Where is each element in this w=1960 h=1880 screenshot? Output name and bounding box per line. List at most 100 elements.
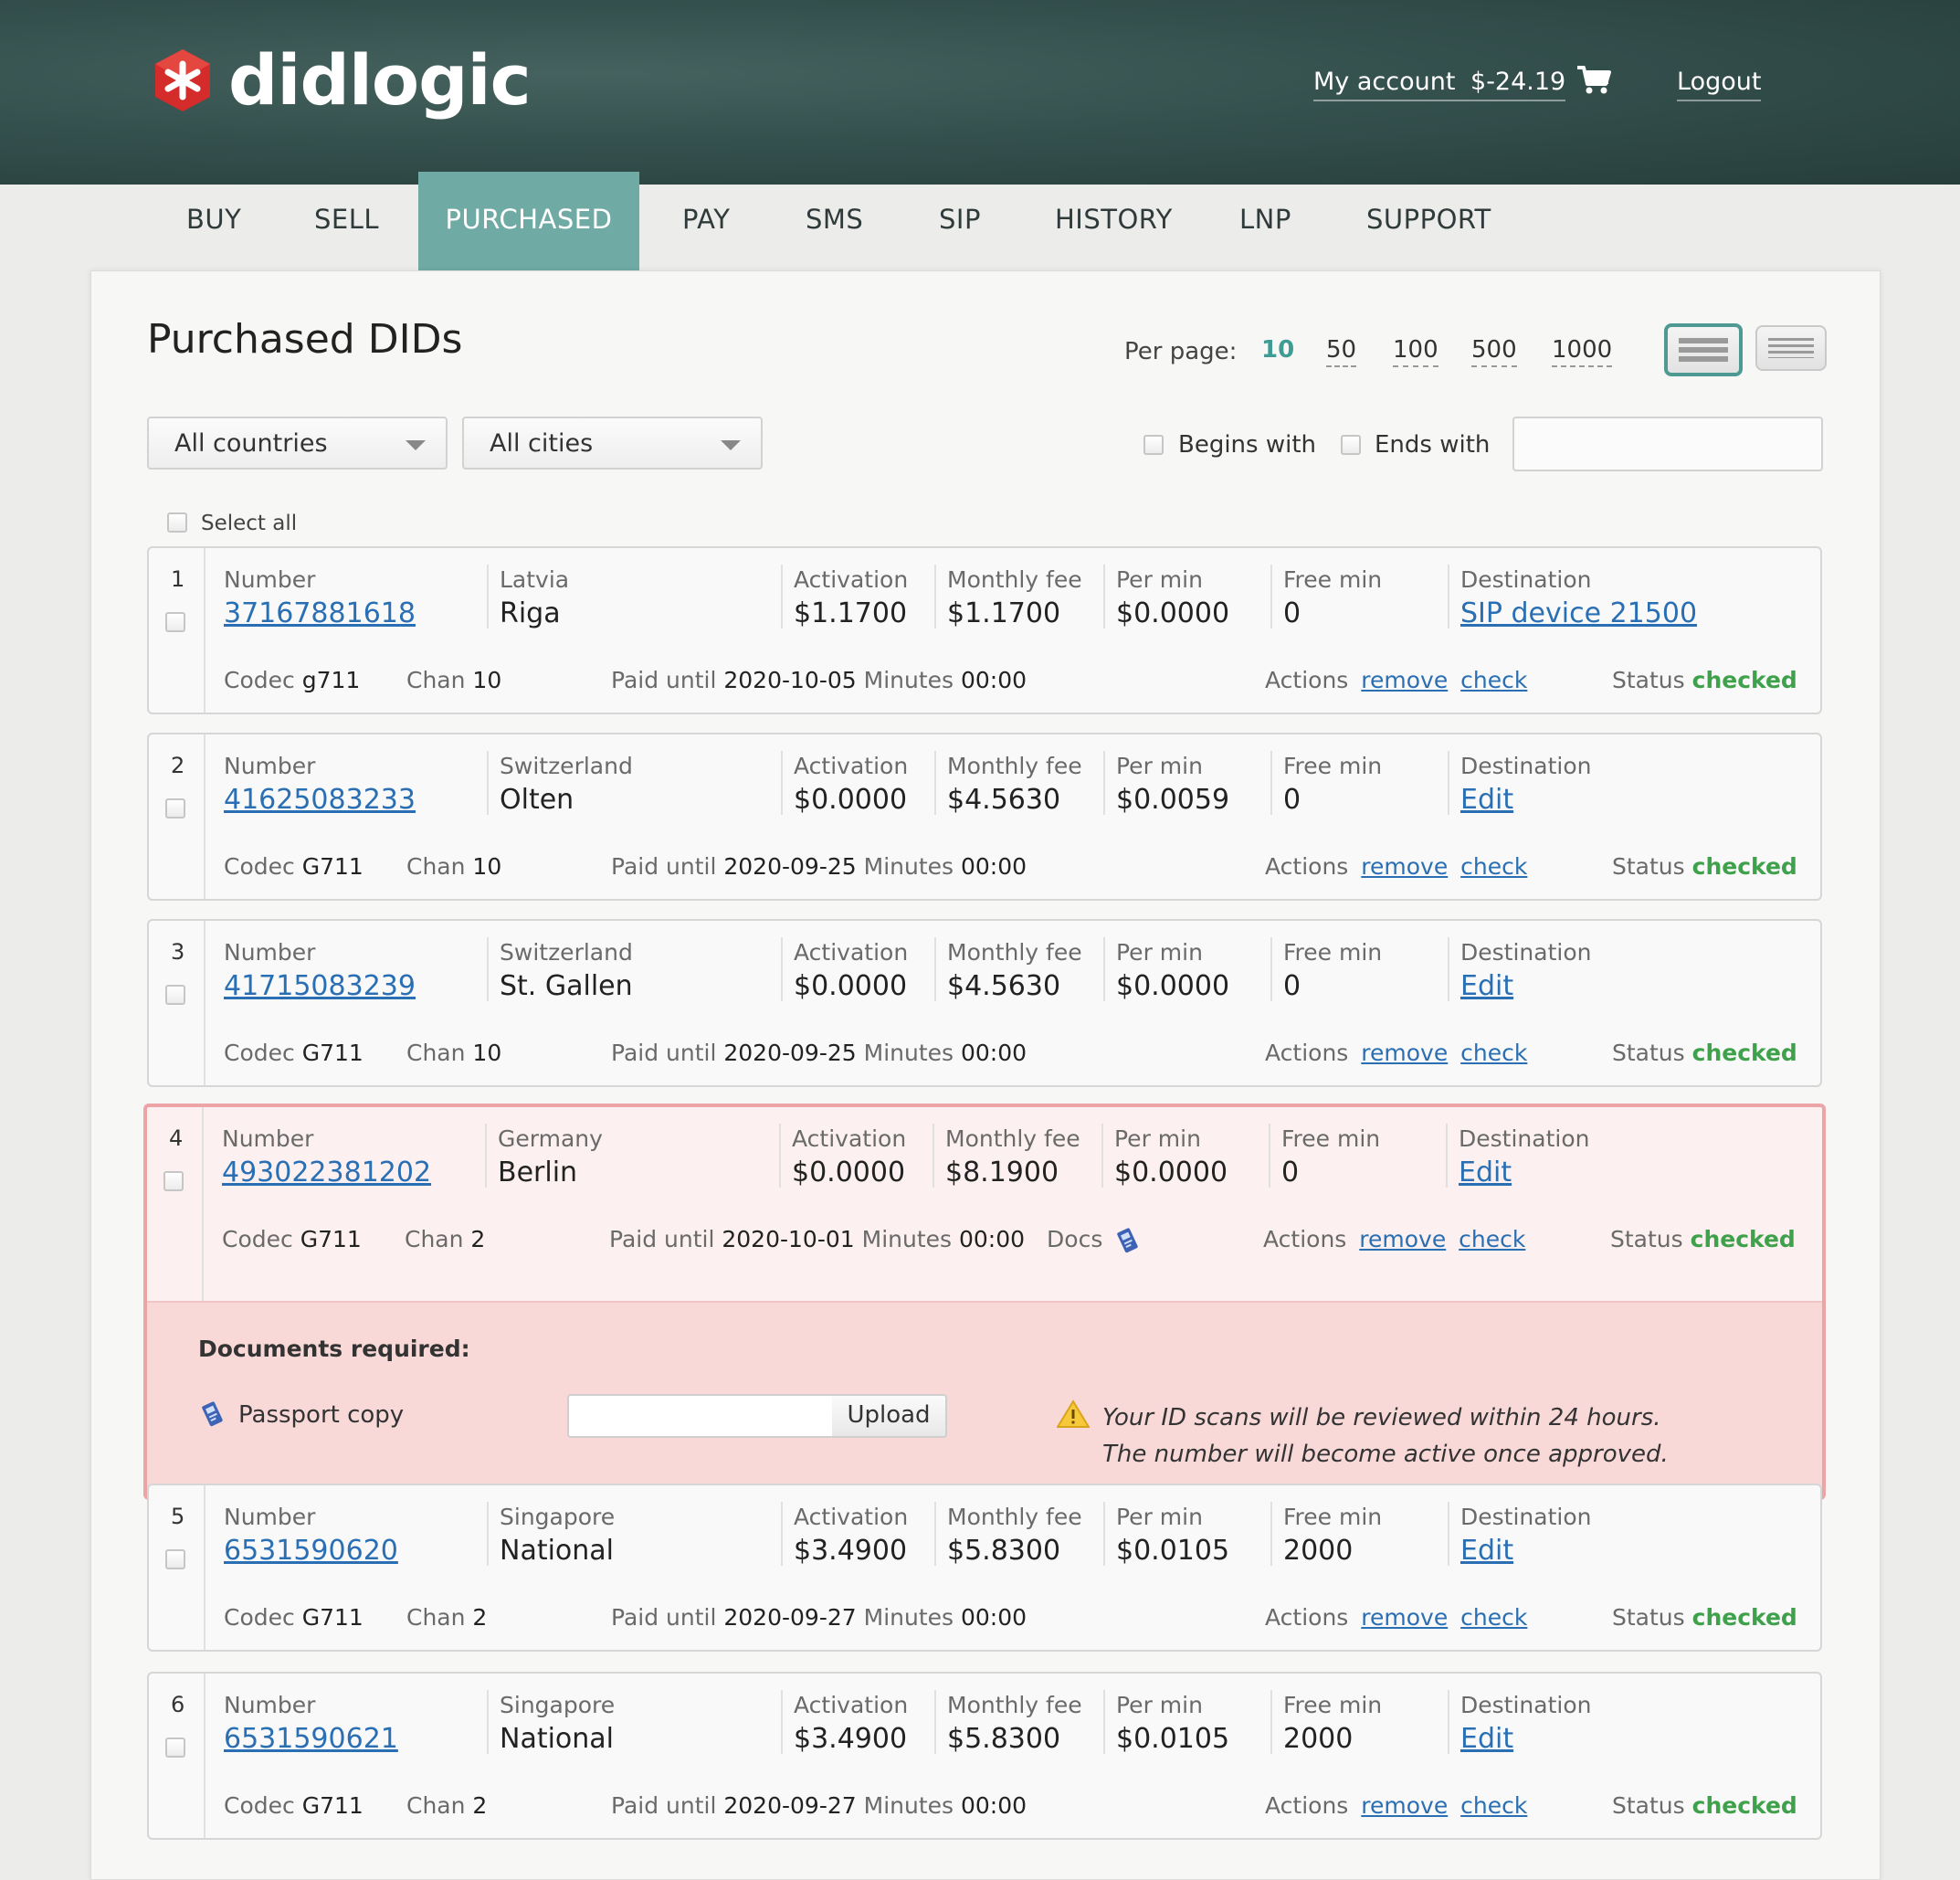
number-link[interactable]: 41625083233 <box>224 782 416 819</box>
per-min-label: Per min <box>1116 1504 1203 1530</box>
status-badge: checked <box>1691 1792 1797 1819</box>
remove-link[interactable]: remove <box>1361 1040 1448 1066</box>
monthly-fee-label: Monthly fee <box>947 1504 1082 1530</box>
per-page-50[interactable]: 50 <box>1326 336 1357 367</box>
row-checkbox[interactable] <box>165 985 185 1005</box>
country-select[interactable]: All countries <box>147 417 448 470</box>
nav-sip[interactable]: SIP <box>939 172 981 270</box>
destination-link[interactable]: Edit <box>1460 1533 1591 1569</box>
nav-pay[interactable]: PAY <box>682 172 730 270</box>
activation-label: Activation <box>794 939 909 966</box>
free-min-cell: Free min 0 <box>1269 1124 1380 1188</box>
number-link[interactable]: 37167881618 <box>224 596 416 632</box>
nav-support[interactable]: SUPPORT <box>1366 172 1491 270</box>
per-page-1000[interactable]: 1000 <box>1552 336 1613 367</box>
per-page-100[interactable]: 100 <box>1393 336 1438 367</box>
check-link[interactable]: check <box>1460 1040 1527 1066</box>
location-cell: Singapore National <box>487 1690 615 1755</box>
row-checkbox[interactable] <box>165 1549 185 1569</box>
nav-sell[interactable]: SELL <box>314 172 379 270</box>
activation-cell: Activation $0.0000 <box>781 937 909 1002</box>
row-checkbox[interactable] <box>165 798 185 819</box>
file-input[interactable] <box>567 1394 836 1438</box>
select-all-label: Select all <box>201 512 298 535</box>
destination-link[interactable]: Edit <box>1460 1721 1591 1758</box>
select-all-checkbox[interactable] <box>167 512 187 533</box>
free-min-value: 0 <box>1283 784 1301 816</box>
nav-buy[interactable]: BUY <box>186 172 241 270</box>
number-link[interactable]: 493022381202 <box>222 1155 431 1191</box>
destination-link[interactable]: Edit <box>1460 968 1591 1005</box>
cart-icon[interactable] <box>1576 64 1611 95</box>
chan-info: Chan 2 <box>406 1604 487 1631</box>
chan-info: Chan 2 <box>406 1792 487 1819</box>
remove-link[interactable]: remove <box>1361 667 1448 693</box>
destination-link[interactable]: Edit <box>1460 782 1591 819</box>
check-link[interactable]: check <box>1459 1226 1525 1252</box>
search-input[interactable] <box>1512 417 1823 471</box>
remove-link[interactable]: remove <box>1361 853 1448 880</box>
nav-purchased[interactable]: PURCHASED <box>418 172 639 270</box>
chan-value: 2 <box>472 1792 488 1819</box>
my-account-link[interactable]: My account $-24.19 <box>1313 68 1566 101</box>
remove-link[interactable]: remove <box>1361 1604 1448 1631</box>
nav-sms[interactable]: SMS <box>806 172 863 270</box>
free-min-label: Free min <box>1283 939 1383 966</box>
check-link[interactable]: check <box>1460 1792 1527 1819</box>
view-compact-button[interactable] <box>1755 325 1827 371</box>
per-page-10[interactable]: 10 <box>1261 336 1294 365</box>
number-link[interactable]: 6531590621 <box>224 1721 398 1758</box>
destination-label: Destination <box>1460 753 1592 779</box>
per-min-value: $0.0105 <box>1116 1723 1230 1755</box>
status-label: Status <box>1612 1040 1685 1066</box>
minutes-label: Minutes <box>863 667 954 693</box>
remove-link[interactable]: remove <box>1361 1792 1448 1819</box>
didlogic-logo-icon <box>155 49 210 111</box>
row-checkbox[interactable] <box>163 1171 184 1191</box>
begins-with-checkbox[interactable] <box>1143 435 1164 455</box>
paid-until-value: 2020-10-05 <box>723 667 857 693</box>
view-expanded-button[interactable] <box>1664 323 1743 376</box>
status-info: Status checked <box>1612 1604 1797 1631</box>
logo[interactable]: didlogic <box>150 46 532 115</box>
chan-value: 2 <box>472 1604 488 1631</box>
remove-link[interactable]: remove <box>1359 1226 1446 1252</box>
upload-button[interactable]: Upload <box>832 1394 947 1438</box>
monthly-fee-value: $5.8300 <box>947 1723 1061 1755</box>
number-link[interactable]: 41715083239 <box>224 968 416 1005</box>
per-min-label: Per min <box>1116 939 1203 966</box>
check-link[interactable]: check <box>1460 853 1527 880</box>
chan-value: 10 <box>472 853 502 880</box>
check-link[interactable]: check <box>1460 1604 1527 1631</box>
did-row: 3 Number 41715083239 Switzerland St. Gal… <box>147 919 1822 1087</box>
document-icon[interactable] <box>1115 1226 1139 1255</box>
activation-cell: Activation $1.1700 <box>781 565 908 629</box>
header: didlogic My account $-24.19 Logout <box>0 0 1960 185</box>
number-link[interactable]: 6531590620 <box>224 1533 398 1569</box>
chevron-down-icon <box>721 440 741 450</box>
per-page-500[interactable]: 500 <box>1471 336 1517 367</box>
row-checkbox[interactable] <box>165 612 185 632</box>
monthly-fee-cell: Monthly fee $4.5630 <box>934 937 1082 1002</box>
codec-value: G711 <box>301 1792 364 1819</box>
number-cell: Number 6531590621 <box>224 1690 398 1758</box>
status-badge: checked <box>1691 1604 1797 1631</box>
nav-history[interactable]: HISTORY <box>1055 172 1173 270</box>
logout-link[interactable]: Logout <box>1677 68 1762 101</box>
city-select[interactable]: All cities <box>462 417 763 470</box>
nav-lnp[interactable]: LNP <box>1239 172 1291 270</box>
minutes-value: 00:00 <box>961 1604 1027 1631</box>
status-info: Status checked <box>1612 1040 1797 1066</box>
ends-with-checkbox[interactable] <box>1341 435 1361 455</box>
row-checkbox[interactable] <box>165 1737 185 1758</box>
row-index: 5 <box>171 1504 185 1529</box>
status-badge: checked <box>1691 853 1797 880</box>
destination-link[interactable]: Edit <box>1459 1155 1589 1191</box>
actions-info: Actions remove check <box>1265 1040 1527 1066</box>
destination-link[interactable]: SIP device 21500 <box>1460 596 1697 632</box>
number-cell: Number 41715083239 <box>224 937 416 1005</box>
number-cell: Number 37167881618 <box>224 565 416 632</box>
actions-info: Actions remove check <box>1265 1792 1527 1819</box>
check-link[interactable]: check <box>1460 667 1527 693</box>
codec-value: G711 <box>300 1226 362 1252</box>
